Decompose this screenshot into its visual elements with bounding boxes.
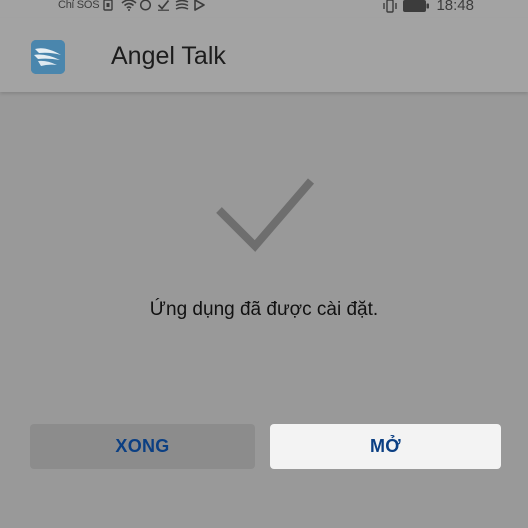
open-button-label: MỞ: [370, 436, 401, 456]
app-bar: Angel Talk: [0, 18, 528, 92]
vibrate-icon: [382, 0, 398, 13]
circle-icon: [139, 0, 153, 11]
open-button[interactable]: MỞ: [270, 424, 501, 469]
status-left: Chỉ SOS: [58, 0, 207, 13]
check-icon: [157, 0, 171, 11]
wifi-icon: [121, 0, 137, 11]
checkmark-icon: [214, 176, 316, 254]
battery-icon: [402, 0, 430, 12]
app-title: Angel Talk: [111, 42, 226, 70]
angel-talk-app-icon: [31, 40, 65, 74]
play-store-icon: [193, 0, 207, 11]
status-right: 18:48: [382, 0, 474, 14]
done-button-label: XONG: [115, 436, 170, 456]
carrier-label: Chỉ SOS: [58, 0, 100, 11]
done-button[interactable]: XONG: [30, 424, 255, 469]
status-bar: Chỉ SOS 18:48: [0, 0, 528, 18]
data-saver-icon: [175, 0, 189, 11]
sim-icon: [103, 0, 117, 11]
status-time: 18:48: [436, 0, 474, 14]
install-success-message: Ứng dụng đã được cài đặt.: [149, 299, 379, 320]
